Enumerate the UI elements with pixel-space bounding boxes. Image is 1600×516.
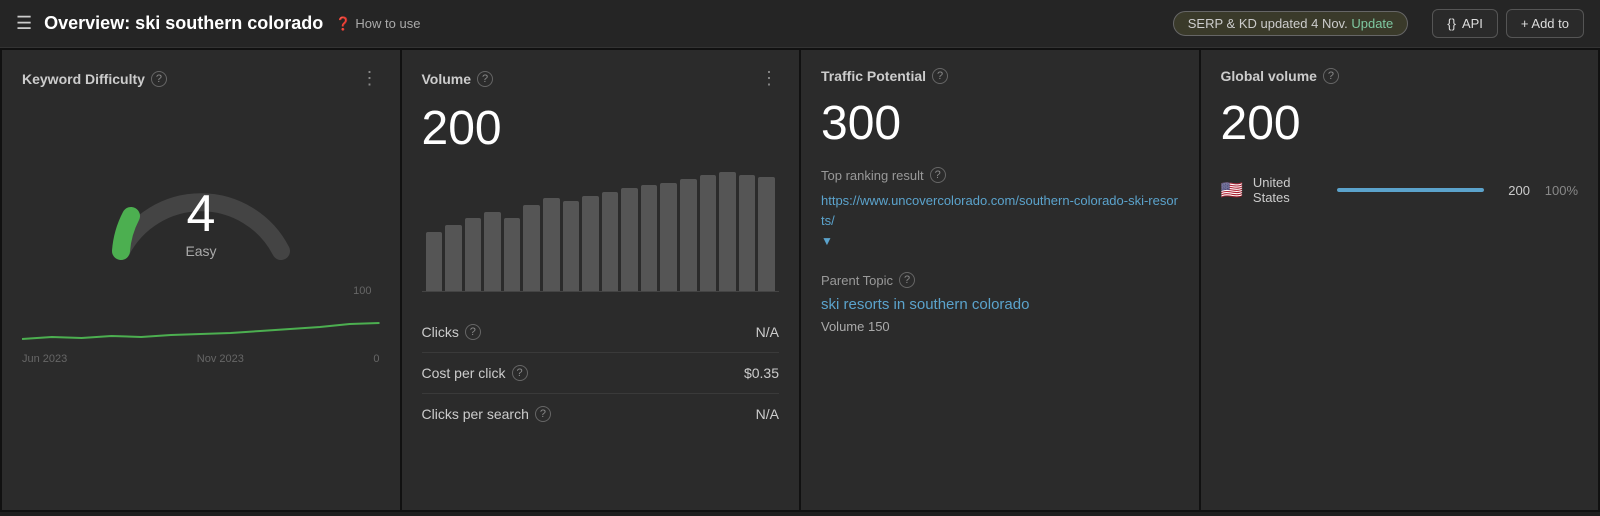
bar	[543, 198, 560, 291]
kd-more-icon[interactable]: ⋮	[361, 68, 380, 89]
gv-title-row: Global volume ?	[1221, 68, 1339, 84]
bar	[602, 192, 619, 291]
country-name-us: United States	[1253, 175, 1327, 205]
kd-trend-labels: Jun 2023 Nov 2023 0	[22, 353, 380, 365]
cpc-value: $0.35	[744, 365, 779, 381]
bar	[426, 232, 443, 292]
cpc-help-icon[interactable]: ?	[512, 365, 528, 381]
update-badge: SERP & KD updated 4 Nov. Update	[1173, 11, 1409, 36]
traffic-potential-card: Traffic Potential ? 300 Top ranking resu…	[801, 50, 1199, 510]
volume-help-icon[interactable]: ?	[477, 71, 493, 87]
bar	[582, 196, 599, 291]
kd-gauge: 4 Easy	[22, 101, 380, 281]
bar	[621, 188, 638, 291]
volume-bar-chart	[422, 172, 780, 292]
tp-card-title: Traffic Potential	[821, 68, 926, 84]
bar	[641, 185, 658, 291]
gauge-svg: 4 Easy	[101, 101, 301, 281]
country-bar-container-us	[1337, 188, 1484, 192]
bar	[758, 177, 775, 291]
top-ranking-url[interactable]: https://www.uncovercolorado.com/southern…	[821, 193, 1178, 228]
country-volume-us: 200	[1494, 183, 1530, 198]
cps-label: Clicks per search	[422, 406, 529, 422]
volume-card-header: Volume ? ⋮	[422, 68, 780, 89]
gv-card-header: Global volume ?	[1221, 68, 1579, 84]
volume-value: 200	[422, 101, 780, 156]
bar	[504, 218, 521, 291]
cps-row: Clicks per search ? N/A	[422, 394, 780, 434]
trend-svg	[22, 309, 380, 349]
bar	[700, 175, 717, 291]
api-icon: {}	[1447, 16, 1456, 31]
country-row-us: 🇺🇸 United States 200 100%	[1221, 175, 1579, 205]
how-to-use-link[interactable]: ❓ How to use	[335, 16, 420, 32]
global-volume-card: Global volume ? 200 🇺🇸 United States 200…	[1201, 50, 1599, 510]
volume-card: Volume ? ⋮ 200 Clicks ? N/A Cost per cli…	[402, 50, 800, 510]
cards-container: Keyword Difficulty ? ⋮ 4 Easy 100	[0, 48, 1600, 512]
bar	[445, 225, 462, 291]
parent-topic-link[interactable]: ski resorts in southern colorado	[821, 296, 1029, 313]
country-bar-fill-us	[1337, 188, 1484, 192]
clicks-value: N/A	[756, 324, 779, 340]
svg-text:4: 4	[186, 185, 215, 243]
us-flag-icon: 🇺🇸	[1221, 180, 1243, 201]
dropdown-arrow-icon[interactable]: ▼	[821, 234, 1179, 248]
tp-help-icon[interactable]: ?	[932, 68, 948, 84]
add-to-button[interactable]: + Add to	[1506, 9, 1584, 38]
volume-card-title: Volume	[422, 71, 472, 87]
bar	[563, 201, 580, 291]
gv-help-icon[interactable]: ?	[1323, 68, 1339, 84]
api-button[interactable]: {} API	[1432, 9, 1498, 38]
cps-help-icon[interactable]: ?	[535, 406, 551, 422]
clicks-help-icon[interactable]: ?	[465, 324, 481, 340]
top-ranking-help-icon[interactable]: ?	[930, 167, 946, 183]
parent-topic-section: Parent Topic ? ski resorts in southern c…	[821, 272, 1179, 334]
parent-topic-label: Parent Topic ?	[821, 272, 1179, 288]
clicks-row: Clicks ? N/A	[422, 312, 780, 353]
page-title: Overview: ski southern colorado	[44, 13, 323, 34]
keyword-difficulty-card: Keyword Difficulty ? ⋮ 4 Easy 100	[2, 50, 400, 510]
volume-metrics: Clicks ? N/A Cost per click ? $0.35 Clic…	[422, 312, 780, 434]
cpc-label: Cost per click	[422, 365, 506, 381]
menu-icon[interactable]: ☰	[16, 13, 32, 34]
tp-card-header: Traffic Potential ?	[821, 68, 1179, 84]
parent-topic-help-icon[interactable]: ?	[899, 272, 915, 288]
clicks-label: Clicks	[422, 324, 459, 340]
bar	[719, 172, 736, 291]
header: ☰ Overview: ski southern colorado ❓ How …	[0, 0, 1600, 48]
kd-scale: 100	[22, 285, 380, 297]
kd-title-row: Keyword Difficulty ?	[22, 71, 167, 87]
tp-value: 300	[821, 96, 1179, 151]
bar	[660, 183, 677, 291]
bar	[465, 218, 482, 291]
bar	[680, 179, 697, 291]
top-ranking-label: Top ranking result ?	[821, 167, 1179, 183]
cps-value: N/A	[756, 406, 779, 422]
parent-topic-volume: Volume 150	[821, 319, 1179, 334]
tp-title-row: Traffic Potential ?	[821, 68, 948, 84]
country-pct-us: 100%	[1540, 183, 1578, 198]
bar	[523, 205, 540, 291]
gv-value: 200	[1221, 96, 1579, 151]
bar	[484, 212, 501, 291]
question-icon: ❓	[335, 16, 351, 32]
svg-text:Easy: Easy	[185, 243, 216, 259]
gv-card-title: Global volume	[1221, 68, 1317, 84]
update-link[interactable]: Update	[1351, 16, 1393, 31]
volume-title-row: Volume ?	[422, 71, 494, 87]
bar	[739, 175, 756, 291]
header-actions: {} API + Add to	[1432, 9, 1584, 38]
kd-card-header: Keyword Difficulty ? ⋮	[22, 68, 380, 89]
volume-more-icon[interactable]: ⋮	[760, 68, 779, 89]
kd-trend	[22, 309, 380, 349]
cpc-row: Cost per click ? $0.35	[422, 353, 780, 394]
kd-help-icon[interactable]: ?	[151, 71, 167, 87]
kd-card-title: Keyword Difficulty	[22, 71, 145, 87]
